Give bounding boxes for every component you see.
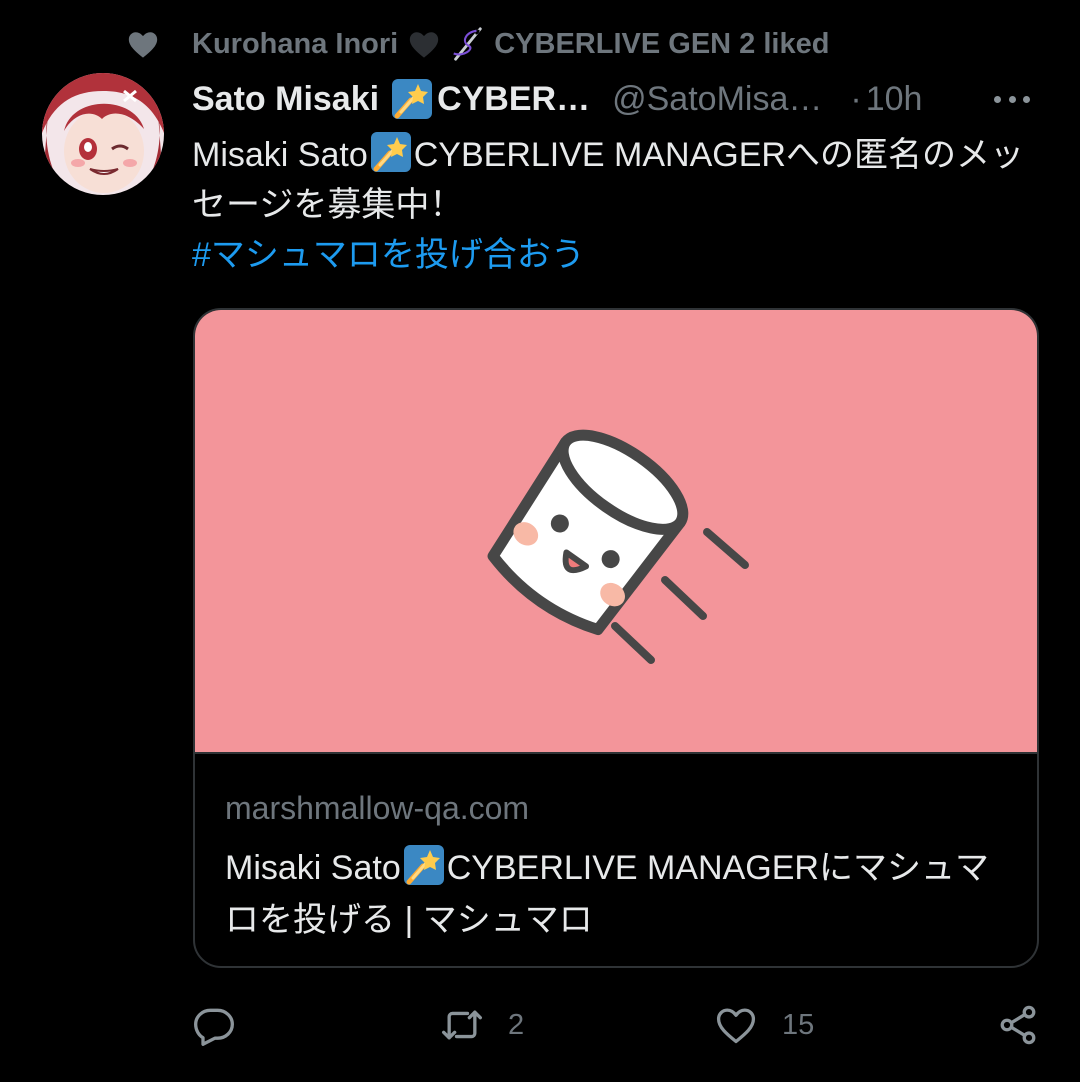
reply-button[interactable] <box>192 1000 260 1050</box>
retweet-button[interactable]: 2 <box>440 1000 524 1050</box>
more-horizontal-icon[interactable] <box>990 84 1034 114</box>
shooting-star-badge-icon <box>391 78 433 120</box>
card-image[interactable] <box>195 310 1037 754</box>
shooting-star-badge-icon <box>403 844 445 886</box>
liker-name[interactable]: Kurohana Inori <box>192 28 398 61</box>
marshmallow-illustration <box>487 429 749 664</box>
heart-outline-icon <box>716 1008 756 1044</box>
heart-filled-icon <box>128 32 158 58</box>
timestamp[interactable]: 10h <box>866 80 923 119</box>
display-name[interactable]: Sato Misaki <box>192 80 379 119</box>
sewing-needle-emoji <box>453 27 482 61</box>
avatar[interactable] <box>42 73 164 195</box>
tweet-article[interactable]: Kurohana Inori CYBERLIVE GEN 2 liked Sat… <box>0 0 1080 1082</box>
share-icon <box>1000 1005 1036 1045</box>
reply-icon <box>194 1008 234 1046</box>
like-button[interactable]: 15 <box>714 1000 814 1050</box>
tweet-text: Misaki Sato CYBERLIVE MANAGERへの匿名のメッセージを募… <box>192 130 1032 280</box>
hashtag-link[interactable]: #マシュマロを投げ合おう <box>192 230 1032 280</box>
card-title-name: Misaki Sato <box>225 849 401 887</box>
social-context: Kurohana Inori CYBERLIVE GEN 2 liked <box>126 24 829 64</box>
tweet-actions: 2 15 <box>192 1000 1042 1050</box>
card-title: Misaki Sato CYBERLIVE MANAGERにマシュマロを投げる |… <box>225 842 1015 946</box>
shooting-star-badge-icon <box>370 131 412 173</box>
card-domain: marshmallow-qa.com <box>225 790 530 826</box>
retweet-count: 2 <box>508 1008 525 1041</box>
liker-suffix: CYBERLIVE GEN 2 liked <box>494 27 830 60</box>
display-name-suffix[interactable]: CYBER… <box>437 80 590 119</box>
tweet-text-name: Misaki Sato <box>192 136 368 174</box>
link-card[interactable]: marshmallow-qa.com Misaki Sato CYBERLIVE … <box>193 308 1039 968</box>
tweet-header: Sato Misaki CYBER… @SatoMisa… · 10h <box>192 76 1042 122</box>
share-button[interactable] <box>996 1000 1040 1050</box>
retweet-icon <box>442 1010 482 1040</box>
separator-dot: · <box>850 79 862 118</box>
black-heart-emoji <box>410 32 439 58</box>
like-count: 15 <box>782 1008 815 1041</box>
user-handle[interactable]: @SatoMisa… <box>612 80 822 119</box>
